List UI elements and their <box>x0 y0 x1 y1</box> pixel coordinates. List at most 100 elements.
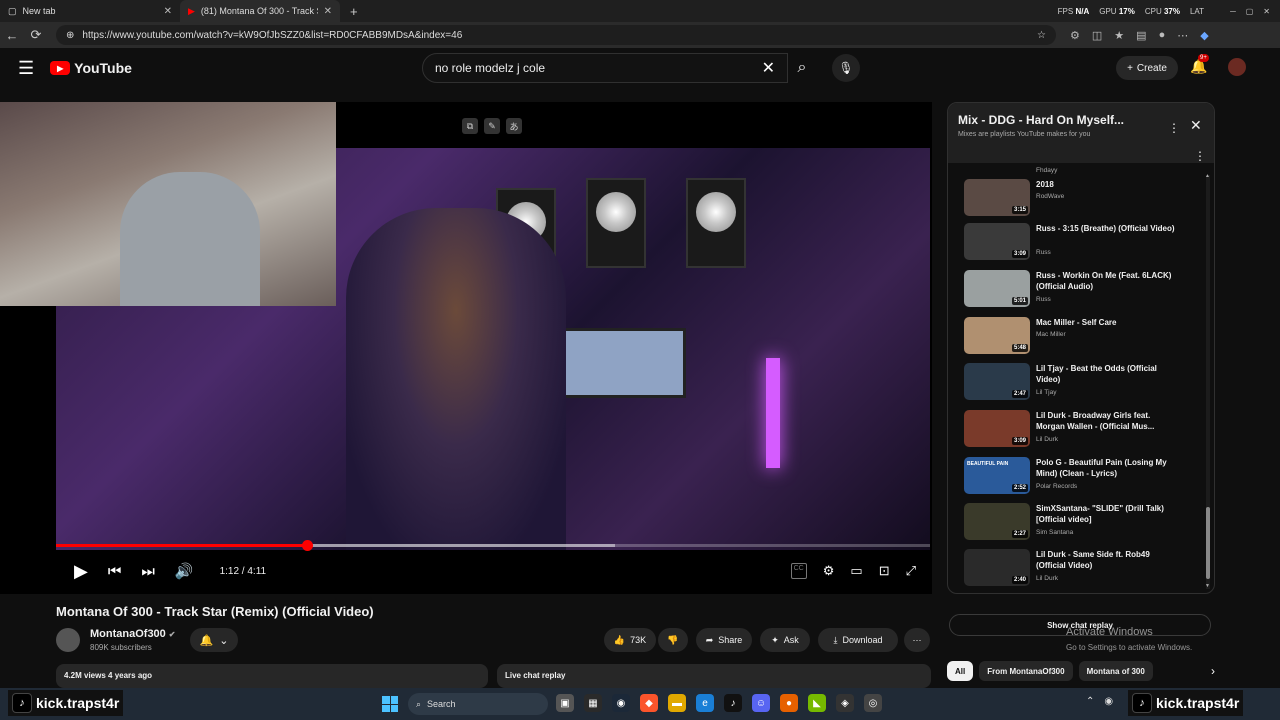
theater-mode-icon[interactable]: ▭ <box>850 563 862 579</box>
video-thumbnail[interactable]: 2:27 <box>964 503 1030 540</box>
chevron-up-icon[interactable]: ⌃ <box>1086 696 1094 707</box>
favorites-icon[interactable]: ★ <box>1114 29 1124 42</box>
discord-icon[interactable]: ☺ <box>752 694 770 712</box>
create-button[interactable]: + Create <box>1116 56 1178 80</box>
terminal-icon[interactable]: ▦ <box>584 694 602 712</box>
site-info-icon[interactable]: ⊕ <box>66 30 74 41</box>
more-vert-icon[interactable]: ⋮ <box>1194 149 1206 163</box>
scrubber-handle[interactable] <box>301 540 313 551</box>
app-icon[interactable]: ◈ <box>836 694 854 712</box>
copilot-icon[interactable]: ◆ <box>1200 29 1208 42</box>
clear-search-icon[interactable]: ✕ <box>762 58 775 78</box>
like-button[interactable]: 👍 73K <box>604 628 656 652</box>
url-field[interactable]: ⊕ https://www.youtube.com/watch?v=kW9OfJ… <box>56 25 1056 45</box>
nvidia-icon[interactable]: ◣ <box>808 694 826 712</box>
picture-in-picture-icon[interactable]: ⧉ <box>462 118 478 134</box>
next-icon[interactable]: ⏭ <box>141 563 155 580</box>
more-actions-button[interactable]: ⋯ <box>904 628 930 652</box>
item-title[interactable]: Mac Miller - Self Care <box>1036 317 1176 328</box>
more-vert-icon[interactable]: ⋮ <box>1168 121 1180 135</box>
avatar[interactable] <box>1228 58 1246 76</box>
scroll-up-icon[interactable]: ▲ <box>1205 173 1210 179</box>
subscription-bell-button[interactable]: 🔔 ⌄ <box>190 628 238 652</box>
live-chat-header[interactable]: Live chat replay <box>497 664 931 688</box>
youtube-logo[interactable]: ▶ YouTube <box>50 60 132 76</box>
item-title[interactable]: SimXSantana- "SLIDE" (Drill Talk) [Offic… <box>1036 503 1176 525</box>
channel-avatar[interactable] <box>56 628 80 652</box>
progress-bar[interactable] <box>56 540 930 551</box>
video-thumbnail[interactable]: 3:09 <box>964 223 1030 260</box>
chip-montana[interactable]: Montana of 300 <box>1078 661 1153 681</box>
item-title[interactable]: Lil Durk - Broadway Girls feat. Morgan W… <box>1036 410 1176 432</box>
item-title[interactable]: Polo G - Beautiful Pain (Losing My Mind)… <box>1036 457 1176 479</box>
video-thumbnail[interactable]: 5:01 <box>964 270 1030 307</box>
back-icon[interactable]: ← <box>0 28 24 43</box>
profile-icon[interactable]: ● <box>1159 29 1166 42</box>
settings-icon[interactable]: ⚙ <box>823 563 835 579</box>
video-player[interactable]: ⧉ ✎ あ ▶ ⏮ ⏭ 🔊 1:12 / 4:11 CC ⚙ ▭ ⊡ ⤢ <box>0 102 932 594</box>
volume-icon[interactable]: 🔊 <box>175 562 194 580</box>
new-tab-button[interactable]: + <box>350 4 358 19</box>
item-title[interactable]: Lil Durk - Same Side ft. Rob49 (Official… <box>1036 549 1176 571</box>
search-input[interactable]: no role modelz j cole ✕ <box>422 53 788 83</box>
chip-all[interactable]: All <box>947 661 974 681</box>
playlist-item[interactable]: BEAUTIFUL PAIN 2:52 Polo G - Beautiful Pai… <box>962 457 1192 501</box>
previous-icon[interactable]: ⏮ <box>108 563 122 580</box>
split-screen-icon[interactable]: ◫ <box>1092 29 1102 42</box>
steam-icon[interactable]: ◉ <box>612 694 630 712</box>
ask-button[interactable]: ✦ Ask <box>760 628 810 652</box>
dislike-button[interactable]: 👎 <box>658 628 688 652</box>
channel-name[interactable]: MontanaOf300 ✔ <box>90 628 176 640</box>
windows-start-icon[interactable] <box>382 696 398 712</box>
video-thumbnail[interactable]: 3:09 <box>964 410 1030 447</box>
cast-icon[interactable]: ⊡ <box>879 563 890 579</box>
tab-new-tab[interactable]: ▢ New tab ✕ <box>0 0 180 22</box>
scrollbar-thumb[interactable] <box>1206 507 1210 579</box>
search-icon[interactable]: ⌕ <box>788 53 816 83</box>
video-meta[interactable]: 4.2M views 4 years ago <box>56 664 488 688</box>
notifications-icon[interactable]: 🔔 9+ <box>1190 54 1209 75</box>
playlist-item[interactable]: 2:47 Lil Tjay - Beat the Odds (Official V… <box>962 363 1192 407</box>
tab-youtube[interactable]: ▶ (81) Montana Of 300 - Track Star ✕ <box>180 0 340 22</box>
translate-icon[interactable]: あ <box>506 118 522 134</box>
extensions-icon[interactable]: ⚙ <box>1070 29 1080 42</box>
video-thumbnail[interactable]: 5:48 <box>964 317 1030 354</box>
item-title[interactable]: Russ - Workin On Me (Feat. 6LACK) (Offic… <box>1036 270 1176 292</box>
steam-tray-icon[interactable]: ◉ <box>1104 696 1113 707</box>
edge-icon[interactable]: e <box>696 694 714 712</box>
fullscreen-icon[interactable]: ⤢ <box>906 563 916 579</box>
scroll-down-icon[interactable]: ▼ <box>1205 583 1210 589</box>
playlist-item[interactable]: 3:15 2018 RodWave <box>962 179 1192 223</box>
captions-icon[interactable]: CC <box>790 563 807 579</box>
play-icon[interactable]: ▶ <box>74 561 88 582</box>
firefox-icon[interactable]: ● <box>780 694 798 712</box>
brave-icon[interactable]: ◆ <box>640 694 658 712</box>
video-thumbnail[interactable]: 2:47 <box>964 363 1030 400</box>
item-title[interactable]: 2018 <box>1036 179 1176 190</box>
favorite-star-icon[interactable]: ☆ <box>1037 30 1046 41</box>
playlist-item[interactable]: 5:48 Mac Miller - Self Care Mac Miller <box>962 317 1192 361</box>
collections-icon[interactable]: ▤ <box>1136 29 1146 42</box>
playlist-item[interactable]: 2:27 SimXSantana- "SLIDE" (Drill Talk) [O… <box>962 503 1192 547</box>
maximize-icon[interactable]: ▢ <box>1246 7 1254 16</box>
tiktok-app-icon[interactable]: ♪ <box>724 694 742 712</box>
close-icon[interactable]: ✕ <box>1190 117 1202 134</box>
video-thumbnail[interactable]: 3:15 <box>964 179 1030 216</box>
close-window-icon[interactable]: ✕ <box>1263 7 1270 16</box>
playlist-item[interactable]: 3:09 Russ - 3:15 (Breathe) (Official Vide… <box>962 223 1192 267</box>
chevron-right-icon[interactable]: › <box>1211 664 1215 678</box>
file-explorer-icon[interactable]: ▬ <box>668 694 686 712</box>
notes-icon[interactable]: ✎ <box>484 118 500 134</box>
item-title[interactable]: Russ - 3:15 (Breathe) (Official Video) <box>1036 223 1176 234</box>
share-button[interactable]: ➦ Share <box>696 628 752 652</box>
taskbar-search[interactable]: ⌕ Search <box>408 693 548 715</box>
close-icon[interactable]: ✕ <box>164 6 172 17</box>
menu-icon[interactable]: ☰ <box>18 58 34 79</box>
obs-icon[interactable]: ◎ <box>864 694 882 712</box>
playlist-item[interactable]: 5:01 Russ - Workin On Me (Feat. 6LACK) (O… <box>962 270 1192 314</box>
playlist-item[interactable]: 2:40 Lil Durk - Same Side ft. Rob49 (Offi… <box>962 549 1192 593</box>
task-view-icon[interactable]: ▣ <box>556 694 574 712</box>
video-thumbnail[interactable]: 2:40 <box>964 549 1030 586</box>
more-icon[interactable]: ⋯ <box>1177 29 1188 42</box>
mic-icon[interactable]: 🎙 <box>832 54 860 82</box>
